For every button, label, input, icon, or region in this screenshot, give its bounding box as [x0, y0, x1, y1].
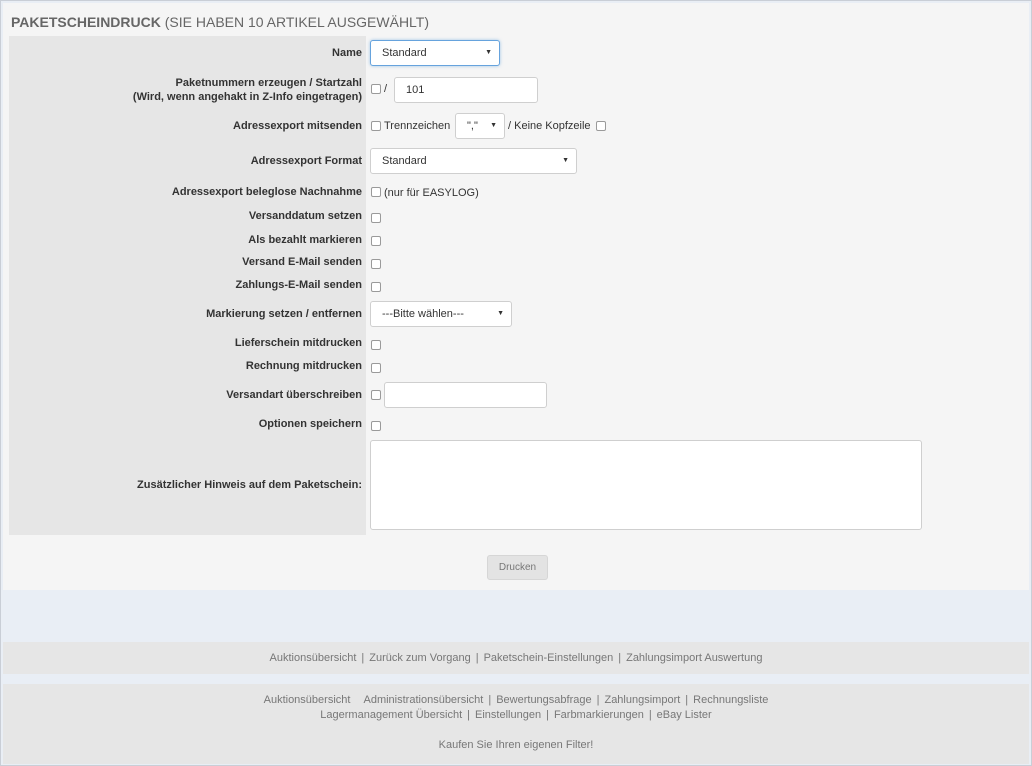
lieferschein-label: Lieferschein mitdrucken	[234, 337, 362, 349]
versandart-input[interactable]	[384, 382, 547, 408]
page-title-subtitle: (SIE HABEN 10 ARTIKEL AUSGEWÄHLT)	[160, 14, 430, 30]
lieferschein-checkbox[interactable]	[371, 340, 381, 350]
adressexport-checkbox[interactable]	[371, 121, 381, 131]
page-title: PAKETSCHEINDRUCK (SIE HABEN 10 ARTIKEL A…	[11, 14, 429, 30]
versanddatum-checkbox[interactable]	[371, 213, 381, 223]
footer-link-farbmarkierungen[interactable]: Farbmarkierungen	[554, 709, 644, 721]
separator: |	[618, 652, 622, 664]
footer-tagline[interactable]: Kaufen Sie Ihren eigenen Filter!	[3, 739, 1029, 751]
drucken-button[interactable]: Drucken	[487, 555, 548, 580]
footer-link-ebay-lister[interactable]: eBay Lister	[657, 709, 712, 721]
footer-link-auktionsuebersicht[interactable]: Auktionsübersicht	[270, 652, 357, 664]
hinweis-textarea[interactable]	[370, 440, 922, 530]
paketnummern-checkbox[interactable]	[371, 84, 381, 94]
page-title-strong: PAKETSCHEINDRUCK	[11, 14, 161, 30]
separator: |	[475, 652, 479, 664]
nachnahme-note: (nur für EASYLOG)	[384, 187, 479, 199]
footer-link-administrationsuebersicht[interactable]: Administrationsübersicht	[364, 694, 484, 706]
separator: |	[685, 694, 689, 706]
chevron-down-icon: ▼	[490, 122, 497, 129]
versandart-checkbox[interactable]	[371, 390, 381, 400]
kopfzeile-label: / Keine Kopfzeile	[508, 120, 591, 132]
adressexport-format-value: Standard	[382, 155, 427, 167]
name-select-value: Standard	[382, 47, 427, 59]
versandart-label: Versandart überschreiben	[226, 389, 362, 401]
footer-link-auktionsuebersicht-main[interactable]: Auktionsübersicht	[264, 694, 351, 706]
markierung-value: ---Bitte wählen---	[382, 308, 464, 320]
separator: |	[467, 709, 471, 721]
trennzeichen-value: ","	[467, 120, 478, 132]
startzahl-value: 101	[406, 84, 425, 96]
name-label: Name	[332, 47, 362, 59]
footer-link-zahlungsimport-auswertung[interactable]: Zahlungsimport Auswertung	[626, 652, 762, 664]
separator: |	[546, 709, 549, 721]
trennzeichen-select[interactable]: "," ▼	[455, 113, 505, 139]
adressexport-label: Adressexport mitsenden	[233, 120, 362, 132]
separator: |	[596, 694, 600, 706]
nachnahme-label: Adressexport beleglose Nachnahme	[171, 186, 362, 198]
footer-links-line2: Lagermanagement Übersicht | Einstellungen |…	[3, 709, 1029, 721]
chevron-down-icon: ▼	[485, 49, 492, 56]
adressexport-format-select[interactable]: Standard ▼	[370, 148, 577, 174]
footer-links-line1: Auktionsübersicht Administrationsübersic…	[3, 694, 1029, 706]
chevron-down-icon: ▼	[497, 310, 504, 317]
footer-tagline-text: Kaufen Sie Ihren eigenen Filter!	[438, 739, 594, 751]
separator: |	[488, 694, 492, 706]
startzahl-input[interactable]: 101	[394, 77, 538, 103]
separator: |	[648, 709, 652, 721]
main-footer: Auktionsübersicht Administrationsübersic…	[3, 684, 1029, 764]
footer-link-paketschein-einstellungen[interactable]: Paketschein-Einstellungen	[484, 652, 614, 664]
trennzeichen-label: Trennzeichen	[384, 120, 451, 132]
bezahlt-checkbox[interactable]	[371, 236, 381, 246]
separator: |	[361, 652, 365, 664]
rechnung-label: Rechnung mitdrucken	[245, 360, 362, 372]
paketnummern-label: Paketnummern erzeugen / Startzahl (Wird,…	[133, 76, 362, 104]
paketnummern-slash: /	[384, 83, 388, 95]
kopfzeile-checkbox[interactable]	[596, 121, 606, 131]
footer-nav-bar: Auktionsübersicht | Zurück zum Vorgang | Pak…	[3, 642, 1029, 674]
versand-mail-checkbox[interactable]	[371, 259, 381, 269]
optionen-label: Optionen speichern	[258, 418, 362, 430]
footer-link-rechnungsliste[interactable]: Rechnungsliste	[693, 694, 768, 706]
footer-link-lagermanagement[interactable]: Lagermanagement Übersicht	[320, 709, 462, 721]
markierung-select[interactable]: ---Bitte wählen--- ▼	[370, 301, 512, 327]
versanddatum-label: Versanddatum setzen	[248, 210, 362, 222]
footer-link-zurueck[interactable]: Zurück zum Vorgang	[369, 652, 471, 664]
paketnummern-label-line2: (Wird, wenn angehakt in Z-Info eingetrag…	[132, 91, 362, 103]
versand-mail-label: Versand E-Mail senden	[242, 256, 362, 268]
hinweis-label: Zusätzlicher Hinweis auf dem Paketschein…	[137, 479, 362, 491]
footer-link-zahlungsimport[interactable]: Zahlungsimport	[604, 694, 680, 706]
zahlungs-mail-checkbox[interactable]	[371, 282, 381, 292]
rechnung-checkbox[interactable]	[371, 363, 381, 373]
adressexport-format-label: Adressexport Format	[250, 155, 362, 167]
markierung-label: Markierung setzen / entfernen	[206, 308, 362, 320]
optionen-checkbox[interactable]	[371, 421, 381, 431]
bezahlt-label: Als bezahlt markieren	[248, 234, 362, 246]
footer-link-bewertungsabfrage[interactable]: Bewertungsabfrage	[496, 694, 591, 706]
name-select[interactable]: Standard ▼	[370, 40, 500, 66]
chevron-down-icon: ▼	[562, 157, 569, 164]
zahlungs-mail-label: Zahlungs-E-Mail senden	[235, 279, 362, 291]
footer-link-einstellungen[interactable]: Einstellungen	[475, 709, 541, 721]
nachnahme-checkbox[interactable]	[371, 187, 381, 197]
paketnummern-label-line1: Paketnummern erzeugen / Startzahl	[175, 77, 362, 89]
